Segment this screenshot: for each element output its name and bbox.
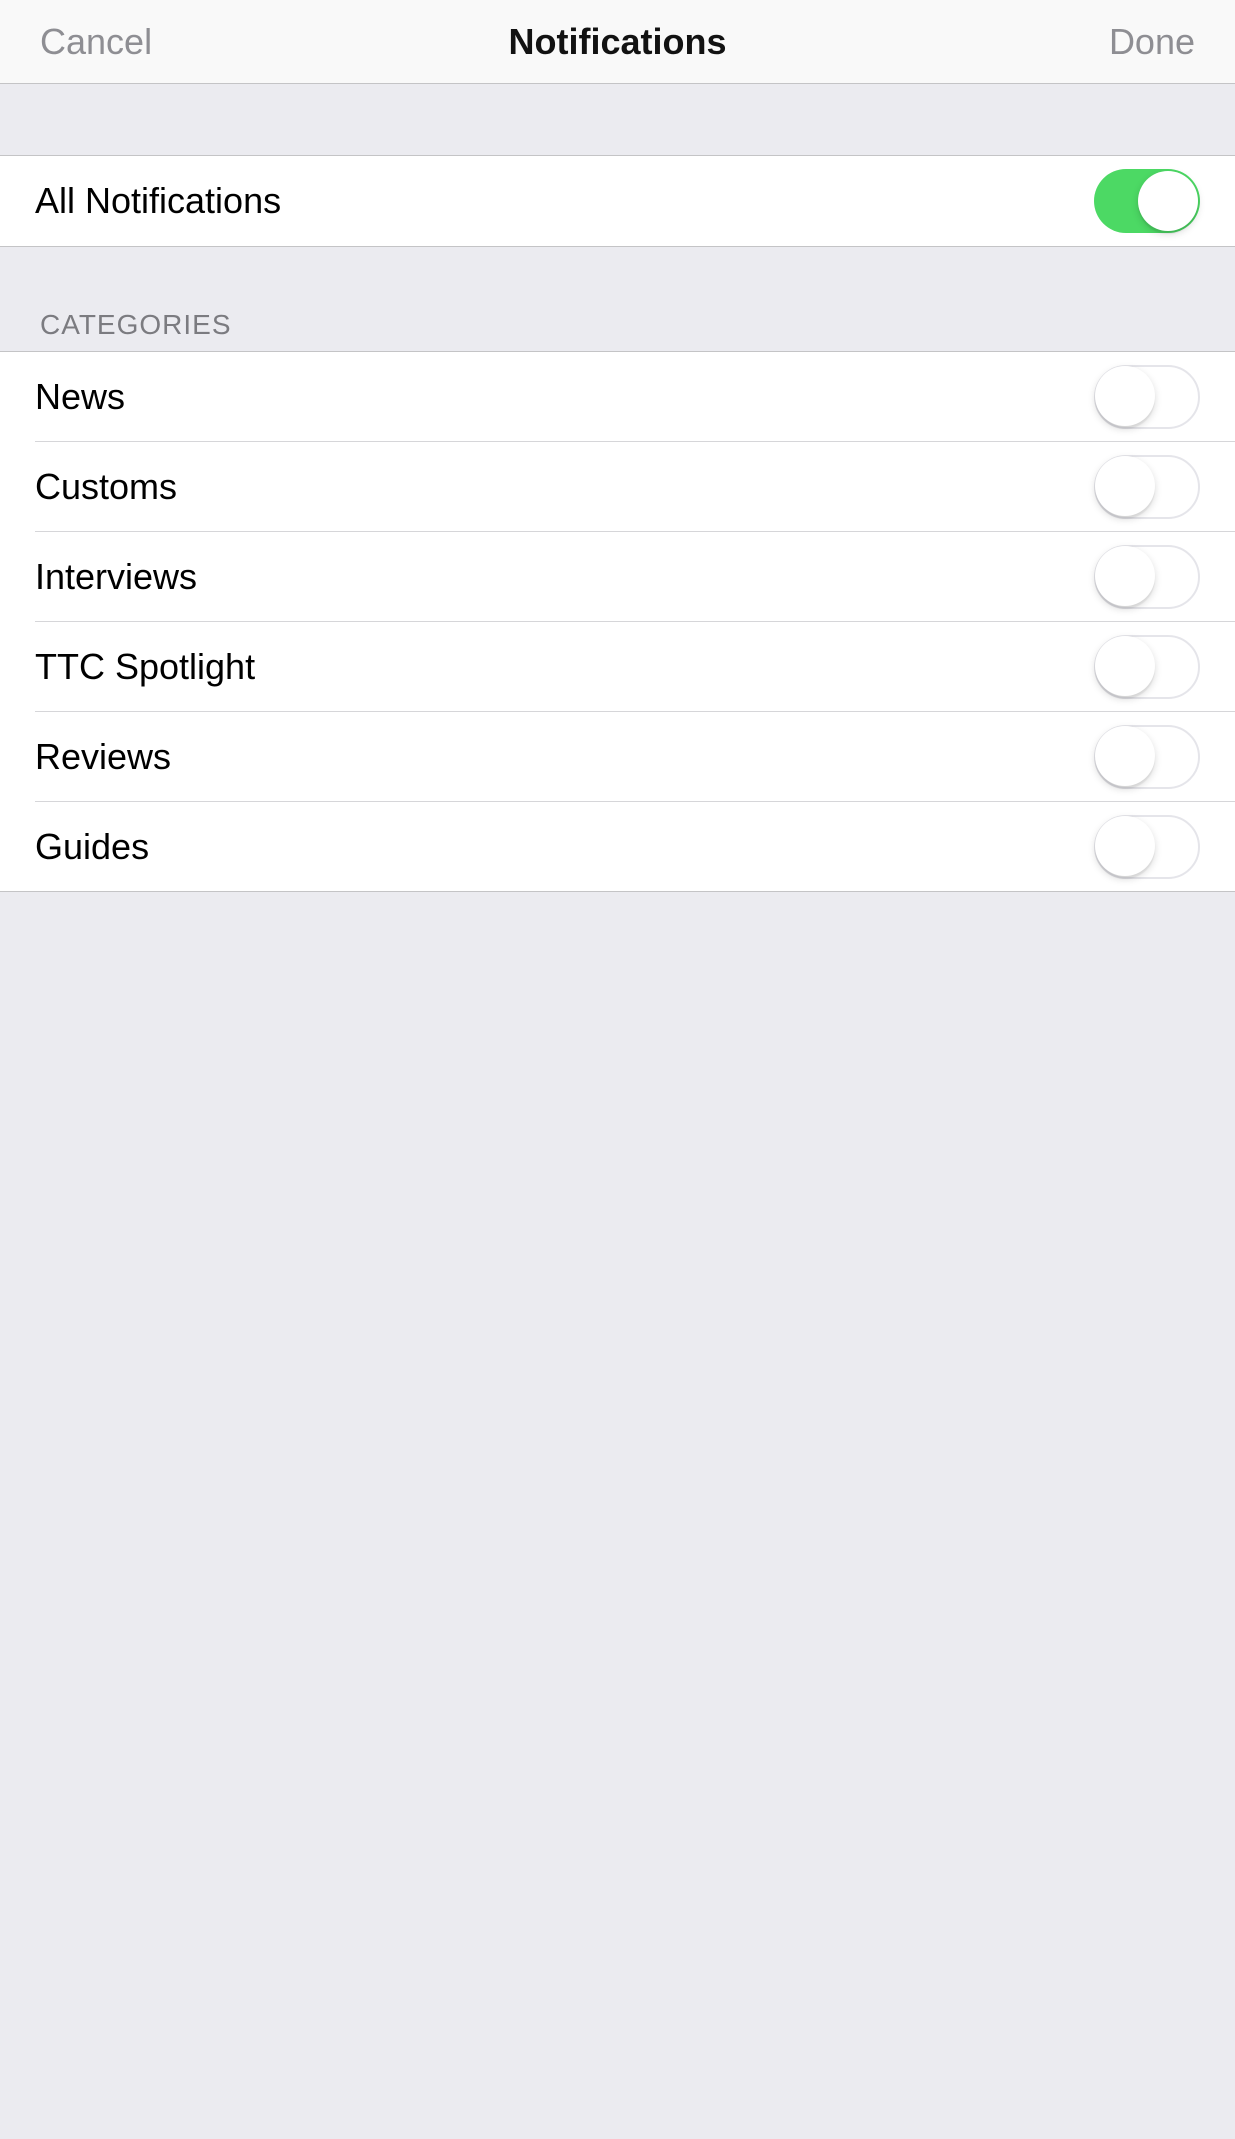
all-notifications-group: All Notifications bbox=[0, 155, 1235, 247]
category-label: News bbox=[35, 376, 125, 418]
category-row-ttc-spotlight: TTC Spotlight bbox=[0, 622, 1235, 711]
category-row-news: News bbox=[0, 352, 1235, 441]
category-row-reviews: Reviews bbox=[0, 712, 1235, 801]
toggle-knob bbox=[1095, 726, 1155, 786]
categories-header-text: CATEGORIES bbox=[40, 309, 232, 341]
category-label: TTC Spotlight bbox=[35, 646, 255, 688]
all-notifications-label: All Notifications bbox=[35, 180, 281, 222]
toggle-knob bbox=[1095, 546, 1155, 606]
page-title: Notifications bbox=[508, 21, 726, 63]
spacer bbox=[0, 84, 1235, 155]
category-label: Reviews bbox=[35, 736, 171, 778]
toggle-knob bbox=[1095, 636, 1155, 696]
toggle-knob bbox=[1095, 456, 1155, 516]
category-label: Guides bbox=[35, 826, 149, 868]
category-row-guides: Guides bbox=[0, 802, 1235, 891]
category-toggle-reviews[interactable] bbox=[1094, 725, 1200, 789]
category-toggle-customs[interactable] bbox=[1094, 455, 1200, 519]
category-toggle-news[interactable] bbox=[1094, 365, 1200, 429]
category-row-customs: Customs bbox=[0, 442, 1235, 531]
category-row-interviews: Interviews bbox=[0, 532, 1235, 621]
category-toggle-interviews[interactable] bbox=[1094, 545, 1200, 609]
categories-header: CATEGORIES bbox=[0, 247, 1235, 351]
category-toggle-guides[interactable] bbox=[1094, 815, 1200, 879]
all-notifications-row: All Notifications bbox=[0, 156, 1235, 246]
toggle-knob bbox=[1095, 366, 1155, 426]
category-label: Interviews bbox=[35, 556, 197, 598]
done-button[interactable]: Done bbox=[1109, 21, 1195, 63]
categories-group: News Customs Interviews TTC Spotlight bbox=[0, 351, 1235, 892]
cancel-button[interactable]: Cancel bbox=[40, 21, 152, 63]
toggle-knob bbox=[1138, 171, 1198, 231]
toggle-knob bbox=[1095, 816, 1155, 876]
navbar: Cancel Notifications Done bbox=[0, 0, 1235, 84]
all-notifications-toggle[interactable] bbox=[1094, 169, 1200, 233]
category-toggle-ttc-spotlight[interactable] bbox=[1094, 635, 1200, 699]
category-label: Customs bbox=[35, 466, 177, 508]
